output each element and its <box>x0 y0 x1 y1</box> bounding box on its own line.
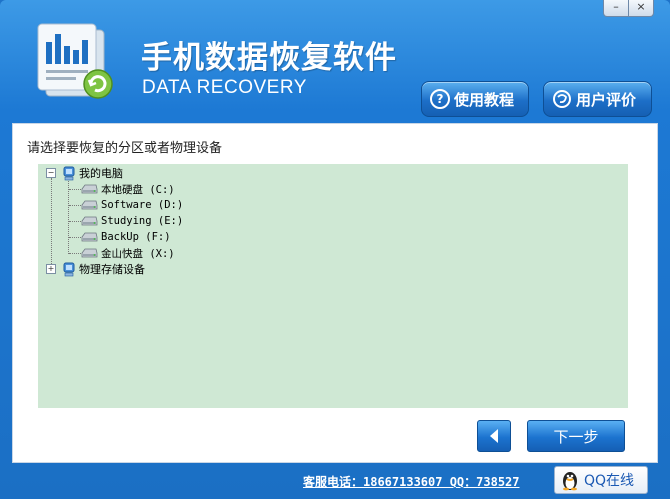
tree-node-label: 物理存储设备 <box>79 263 145 276</box>
hard-drive-icon <box>81 200 98 209</box>
computer-icon <box>63 166 75 180</box>
tree-node-label: Studying (E:) <box>101 215 184 227</box>
hard-drive-icon <box>81 216 98 225</box>
tree-node-my-computer[interactable]: − 我的电脑 <box>46 165 123 181</box>
tree-node-label: Software (D:) <box>101 199 184 211</box>
tree-node-drive[interactable]: Studying (E:) <box>81 213 183 229</box>
next-button[interactable]: 下一步 <box>527 420 625 452</box>
help-icon: ? <box>430 89 450 109</box>
back-button[interactable] <box>477 420 511 452</box>
tree-node-drive[interactable]: 本地硬盘 (C:) <box>81 181 175 197</box>
window-controls: – × <box>603 0 654 17</box>
tree-node-drive[interactable]: BackUp (F:) <box>81 229 171 245</box>
hard-drive-icon <box>81 184 98 193</box>
qq-online-label: QQ在线 <box>584 473 635 489</box>
select-prompt: 请选择要恢复的分区或者物理设备 <box>27 141 223 156</box>
tree-node-physical-storage[interactable]: + 物理存储设备 <box>46 261 145 277</box>
tutorial-button[interactable]: ? 使用教程 <box>421 81 529 117</box>
tree-node-label: 金山快盘 (X:) <box>101 247 175 260</box>
qq-online-button[interactable]: QQ在线 <box>554 466 648 494</box>
collapse-toggle[interactable]: − <box>46 168 56 178</box>
tree-node-label: 本地硬盘 (C:) <box>101 183 175 196</box>
minimize-button[interactable]: – <box>603 0 629 17</box>
tree-node-drive[interactable]: Software (D:) <box>81 197 183 213</box>
chat-icon <box>553 90 571 108</box>
app-subtitle: DATA RECOVERY <box>142 77 307 98</box>
user-review-button-label: 用户评价 <box>576 90 637 109</box>
user-review-button[interactable]: 用户评价 <box>543 81 652 117</box>
hard-drive-icon <box>81 248 98 257</box>
back-arrow-icon <box>490 429 498 443</box>
tree-node-label: 我的电脑 <box>79 167 123 180</box>
app-logo-icon <box>37 23 113 99</box>
tree-node-drive[interactable]: 金山快盘 (X:) <box>81 245 175 261</box>
app-title: 手机数据恢复软件 <box>141 40 397 76</box>
close-button[interactable]: × <box>629 0 654 17</box>
qq-penguin-icon <box>563 472 577 491</box>
tutorial-button-label: 使用教程 <box>454 90 515 109</box>
expand-toggle[interactable]: + <box>46 264 56 274</box>
device-tree[interactable]: − 我的电脑 本地硬盘 (C:) Software (D:) Studying … <box>38 164 628 408</box>
storage-device-icon <box>63 262 75 276</box>
app-window: – × 手机数据恢复软件 DATA RECOVERY ? 使用教程 用户评价 请… <box>0 0 670 499</box>
tree-node-label: BackUp (F:) <box>101 231 171 243</box>
support-contact: 客服电话：18667133607 QQ：738527 <box>303 475 520 489</box>
hard-drive-icon <box>81 232 98 241</box>
